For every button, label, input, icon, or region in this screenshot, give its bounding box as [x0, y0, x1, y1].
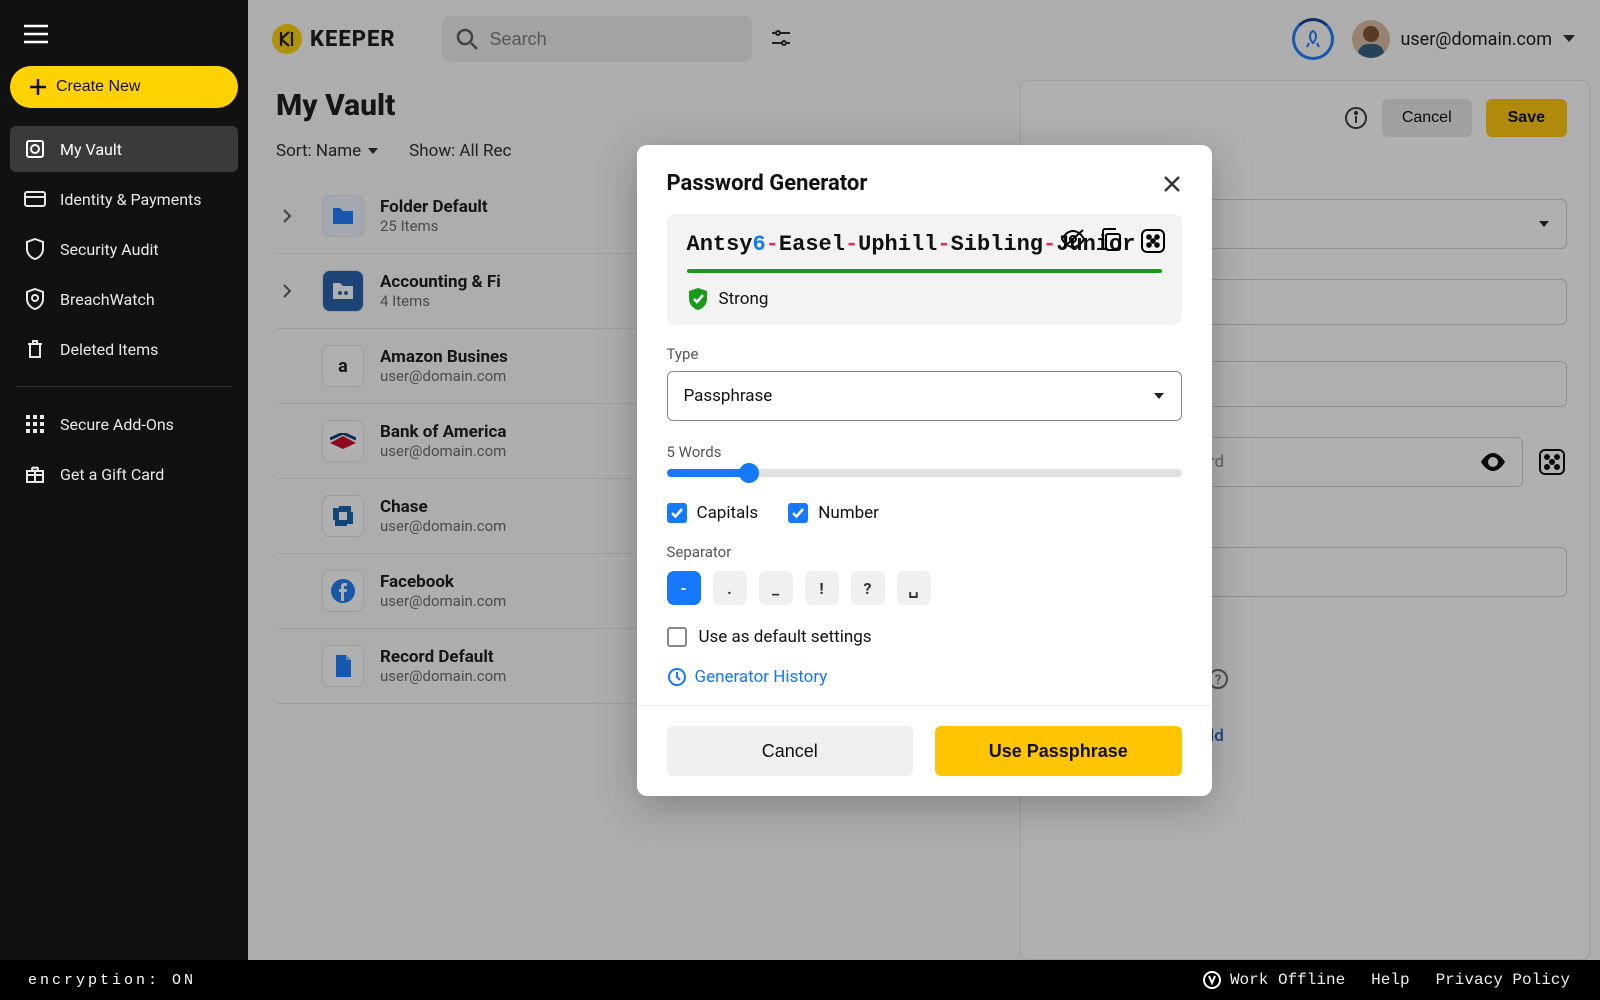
separator-question[interactable]: ? [851, 571, 885, 605]
history-icon [667, 667, 687, 687]
capitals-checkbox[interactable]: Capitals [667, 503, 759, 523]
close-icon[interactable] [1162, 174, 1182, 194]
dice-icon[interactable] [1140, 228, 1166, 254]
generator-history-link[interactable]: Generator History [667, 667, 1182, 687]
work-offline-toggle[interactable]: Work Offline [1202, 970, 1345, 990]
number-label: Number [818, 503, 879, 523]
type-label: Type [667, 345, 1182, 363]
generated-password-display: Antsy6-Easel-Uphill-Sibling-Junior Stron… [667, 214, 1182, 325]
use-passphrase-button[interactable]: Use Passphrase [935, 726, 1182, 776]
sidebar-item-security-audit[interactable]: Security Audit [10, 226, 238, 272]
privacy-link[interactable]: Privacy Policy [1436, 971, 1570, 989]
checkbox-checked-icon [788, 503, 808, 523]
modal-title: Password Generator [667, 171, 868, 196]
sidebar-divider [16, 386, 232, 387]
separator-bang[interactable]: ! [805, 571, 839, 605]
sidebar-item-label: Deleted Items [60, 340, 158, 359]
strength-label: Strong [719, 289, 769, 309]
checkbox-unchecked-icon [667, 627, 687, 647]
separator-label: Separator [667, 543, 1182, 561]
sidebar-item-label: Security Audit [60, 240, 159, 259]
sidebar-item-deleted[interactable]: Deleted Items [10, 326, 238, 372]
breachwatch-icon [24, 288, 46, 310]
shield-check-icon [687, 287, 709, 311]
sidebar-item-label: Get a Gift Card [60, 465, 164, 484]
sidebar-item-my-vault[interactable]: My Vault [10, 126, 238, 172]
modal-cancel-button[interactable]: Cancel [667, 726, 914, 776]
offline-icon [1202, 970, 1222, 990]
modal-overlay: Password Generator [248, 0, 1600, 960]
words-label: 5 Words [667, 443, 1182, 461]
gift-icon [24, 463, 46, 485]
strength-indicator: Strong [687, 287, 1162, 311]
sidebar-item-gift-card[interactable]: Get a Gift Card [10, 451, 238, 497]
shield-icon [24, 238, 46, 260]
menu-icon[interactable] [18, 16, 54, 52]
work-offline-label: Work Offline [1230, 971, 1345, 989]
password-generator-modal: Password Generator [637, 145, 1212, 796]
create-new-button[interactable]: Create New [10, 66, 238, 108]
number-checkbox[interactable]: Number [788, 503, 879, 523]
words-slider[interactable] [667, 469, 1182, 477]
chevron-down-icon [1153, 392, 1165, 400]
separator-underscore[interactable]: _ [759, 571, 793, 605]
card-icon [24, 188, 46, 210]
separator-options: - . _ ! ? ␣ [667, 571, 1182, 605]
trash-icon [24, 338, 46, 360]
sidebar-item-label: Secure Add-Ons [60, 415, 174, 434]
sidebar-item-label: My Vault [60, 140, 122, 159]
encryption-status: encryption: ON [28, 972, 196, 989]
content-area: KEEPER user@domain.com [248, 0, 1600, 960]
sidebar-item-secure-addons[interactable]: Secure Add-Ons [10, 401, 238, 447]
sidebar-item-label: Identity & Payments [60, 190, 202, 209]
default-settings-checkbox[interactable]: Use as default settings [667, 627, 1182, 647]
strength-bar [687, 269, 1162, 273]
separator-dot[interactable]: . [713, 571, 747, 605]
sidebar-item-label: BreachWatch [60, 290, 155, 309]
generator-history-label: Generator History [695, 667, 828, 687]
sidebar-item-identity-payments[interactable]: Identity & Payments [10, 176, 238, 222]
separator-space[interactable]: ␣ [897, 571, 931, 605]
vault-icon [24, 138, 46, 160]
help-link[interactable]: Help [1371, 971, 1409, 989]
copy-icon[interactable] [1100, 228, 1126, 254]
grid-icon [24, 413, 46, 435]
checkbox-checked-icon [667, 503, 687, 523]
status-bar: encryption: ON Work Offline Help Privacy… [0, 960, 1600, 1000]
plus-icon [30, 79, 46, 95]
default-settings-label: Use as default settings [699, 627, 872, 647]
capitals-label: Capitals [697, 503, 759, 523]
separator-dash[interactable]: - [667, 571, 701, 605]
sidebar-item-breachwatch[interactable]: BreachWatch [10, 276, 238, 322]
slider-thumb[interactable] [739, 463, 759, 483]
generator-type-value: Passphrase [684, 386, 773, 406]
create-new-label: Create New [56, 78, 140, 96]
eye-off-icon[interactable] [1060, 228, 1086, 254]
generator-type-select[interactable]: Passphrase [667, 371, 1182, 421]
sidebar: Create New My Vault Identity & Payments … [0, 0, 248, 960]
